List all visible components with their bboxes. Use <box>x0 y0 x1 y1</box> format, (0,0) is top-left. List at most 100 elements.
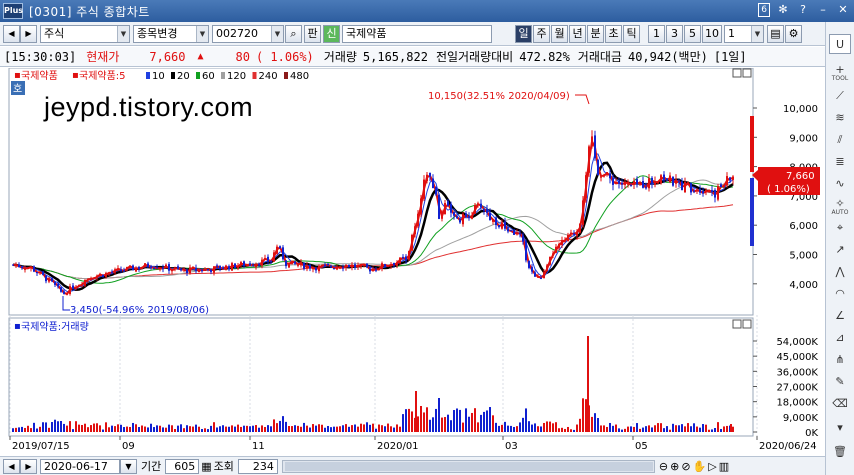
volume-bar <box>417 416 419 432</box>
cross-tool-icon[interactable]: + TOOL <box>829 60 851 82</box>
volume-bar <box>717 422 719 432</box>
fit-icon[interactable]: ▷ <box>708 460 716 473</box>
maximize-panel-icon[interactable] <box>732 68 742 78</box>
tab-day[interactable]: 일 <box>515 24 532 43</box>
gear-icon[interactable]: ⚙ <box>785 24 802 43</box>
chart-area[interactable]: 호 ▪ 국제약품 ▪ 국제약품:5 10 20 60 120 240 480 ▪ 국제약품… <box>0 67 825 456</box>
next-arrow-icon[interactable]: ▶ <box>20 24 37 43</box>
candle-body <box>384 264 386 267</box>
chart-svg[interactable]: 호 ▪ 국제약품 ▪ 국제약품:5 10 20 60 120 240 480 ▪ 국제약품… <box>0 67 825 456</box>
zoom-in-icon[interactable]: ⊕ <box>670 460 679 473</box>
volume-bar <box>642 427 644 432</box>
zigzag-icon[interactable]: ⋀ <box>829 262 851 282</box>
volume-bar <box>705 424 707 432</box>
legend-swatch-60 <box>196 72 200 79</box>
candle-body <box>141 267 143 269</box>
prev-arrow-icon[interactable]: ◀ <box>3 24 20 43</box>
candle-body <box>408 250 410 260</box>
minimize-icon[interactable]: – <box>816 3 830 17</box>
pan-button[interactable]: 판 <box>304 24 321 43</box>
magnifier-icon[interactable]: ⌖ <box>829 218 851 238</box>
pitchfork-icon[interactable]: ⋔ <box>829 350 851 370</box>
close-icon[interactable]: ✕ <box>836 3 850 17</box>
period-input[interactable]: 605 <box>165 458 200 474</box>
fibonacci-icon[interactable]: ≣ <box>829 152 851 172</box>
sin-button[interactable]: 신 <box>323 24 340 43</box>
auto-icon[interactable]: ✧ AUTO <box>829 194 851 216</box>
wave-icon[interactable]: ∿ <box>829 174 851 194</box>
interval-1-button[interactable]: 1 <box>648 24 665 43</box>
candle-body <box>144 263 146 268</box>
interval-5-button[interactable]: 5 <box>684 24 701 43</box>
chevron-down-icon[interactable]: ▼ <box>751 25 763 42</box>
price-y-axis: 10,0009,0008,0007,0006,0005,0004,000 <box>753 104 818 291</box>
volume-bar <box>213 422 215 432</box>
close-volume-panel-icon[interactable] <box>742 319 752 329</box>
scroll-left-icon[interactable]: ◀ <box>3 458 20 474</box>
candle-body <box>306 265 308 269</box>
date-input[interactable]: 2020-06-17 <box>40 458 120 474</box>
text-tool-icon[interactable]: ✎ <box>829 372 851 392</box>
candle-body <box>549 256 551 265</box>
tab-year[interactable]: 년 <box>569 24 586 43</box>
chevron-down-icon[interactable]: ▼ <box>271 25 283 42</box>
volume-bar <box>648 425 650 432</box>
chevron-down-icon[interactable]: ▼ <box>117 25 129 42</box>
arrow-tool-icon[interactable]: ↗ <box>829 240 851 260</box>
angle-icon[interactable]: ∠ <box>829 306 851 326</box>
side-badge[interactable]: 호 <box>13 83 22 95</box>
candle-body <box>657 182 659 184</box>
market-select[interactable]: 주식 ▼ <box>40 24 130 43</box>
volume-bar <box>39 426 41 432</box>
candle-body <box>198 269 200 273</box>
calendar-dropdown-icon[interactable]: ▼ <box>120 458 137 474</box>
candle-body <box>291 260 293 264</box>
channel-icon[interactable]: ⫽ <box>829 130 851 150</box>
chevron-down-icon[interactable]: ▼ <box>196 25 208 42</box>
eraser-icon[interactable]: ⌫ <box>829 394 851 414</box>
volume-bar <box>567 426 569 432</box>
multi-line-icon[interactable]: ≋ <box>829 108 851 128</box>
query-input-value: 234 <box>252 459 274 473</box>
tab-tick[interactable]: 틱 <box>623 24 640 43</box>
maximize-volume-panel-icon[interactable] <box>732 319 742 329</box>
tab-second[interactable]: 초 <box>605 24 622 43</box>
mode-select[interactable]: 종목변경 ▼ <box>133 24 209 43</box>
interval-10-button[interactable]: 10 <box>702 24 722 43</box>
cycle-icon[interactable]: ◠ <box>829 284 851 304</box>
candle-body <box>69 286 71 294</box>
save-icon[interactable]: ▤ <box>767 24 784 43</box>
zoom-reset-icon[interactable]: ⊘ <box>681 460 690 473</box>
volume-bar <box>318 424 320 432</box>
count-select[interactable]: 1 ▼ <box>724 24 764 43</box>
volume-bar <box>144 426 146 432</box>
trash-icon[interactable]: 🗑 <box>829 442 851 462</box>
code-input[interactable]: 002720 ▼ <box>212 24 284 43</box>
volume-bar <box>234 426 236 432</box>
interval-3-button[interactable]: 3 <box>666 24 683 43</box>
chart-type-icon[interactable]: ▥ <box>719 460 729 473</box>
tab-month[interactable]: 월 <box>551 24 568 43</box>
collapse-icon[interactable]: U <box>829 34 851 54</box>
tab-week[interactable]: 주 <box>533 24 550 43</box>
close-panel-icon[interactable] <box>742 68 752 78</box>
help-icon[interactable]: ? <box>796 3 810 17</box>
chart-scrollbar[interactable] <box>281 459 655 473</box>
candle-body <box>147 263 149 268</box>
query-input[interactable]: 234 <box>237 458 278 474</box>
trend-line-icon[interactable]: ⟋ <box>829 86 851 106</box>
window-number[interactable]: 6 <box>758 3 770 17</box>
zoom-out-icon[interactable]: ⊖ <box>659 460 668 473</box>
gann-icon[interactable]: ⊿ <box>829 328 851 348</box>
scroll-right-icon[interactable]: ▶ <box>20 458 37 474</box>
search-icon[interactable]: ⌕ <box>285 24 302 43</box>
query-icon[interactable]: ▦ <box>201 460 211 473</box>
volume-bar <box>699 427 701 432</box>
scrollbar-thumb[interactable] <box>284 461 653 471</box>
tab-minute[interactable]: 분 <box>587 24 604 43</box>
hand-icon[interactable]: ✋ <box>693 460 707 473</box>
scroll-down-icon[interactable]: ▾ <box>829 418 851 438</box>
pin-icon[interactable]: ✻ <box>776 3 790 17</box>
volume-bar <box>351 425 353 432</box>
volume-bar <box>381 425 383 432</box>
